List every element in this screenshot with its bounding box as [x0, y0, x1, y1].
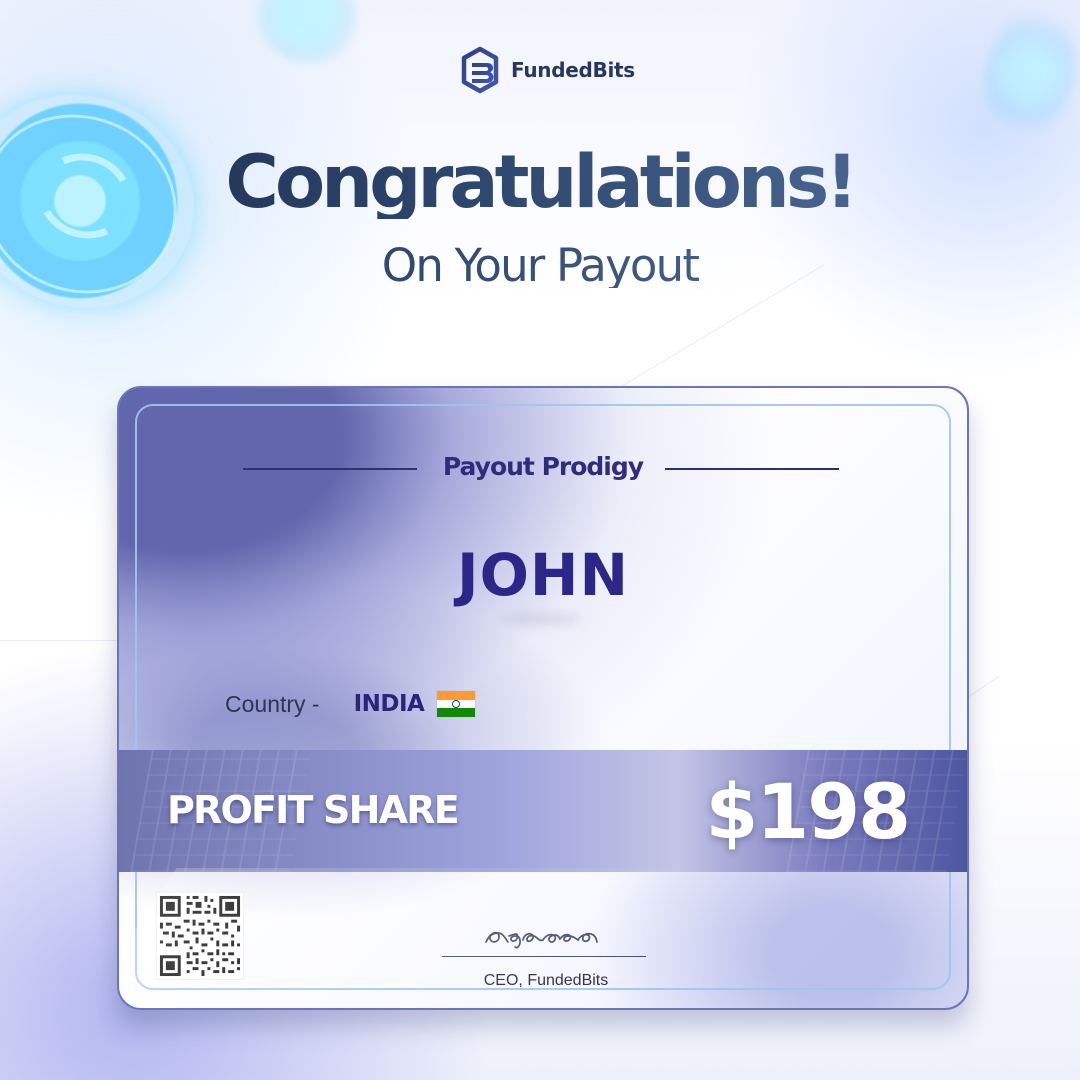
- profit-share-band: PROFIT SHARE $198: [119, 750, 967, 872]
- ceo-signature-block: CEO, FundedBits: [442, 913, 650, 989]
- india-flag-icon: [436, 690, 477, 718]
- profit-share-label: PROFIT SHARE: [167, 788, 460, 832]
- country-label: Country -: [225, 690, 320, 717]
- brand-header: FundedBits: [456, 46, 635, 94]
- certificate-title-divider-right: [665, 468, 839, 470]
- brand-name: FundedBits: [511, 58, 635, 82]
- coin-decoration-top: [240, 0, 374, 78]
- signature-caption: CEO, FundedBits: [483, 972, 609, 989]
- recipient-name: JOHN: [457, 541, 629, 609]
- hero-title: Congratulations!: [0, 146, 1080, 219]
- signature-line: [442, 956, 646, 957]
- coin-decoration-right: [971, 0, 1080, 149]
- hero-subtitle: On Your Payout: [0, 243, 1080, 288]
- certificate-title: Payout Prodigy: [442, 452, 644, 481]
- country-value: INDIA: [353, 691, 425, 717]
- fundedbits-logo-icon: [461, 46, 499, 94]
- payout-certificate: Payout Prodigy JOHN Country - INDIA PROF…: [117, 386, 969, 1010]
- country-row: Country - INDIA: [225, 690, 477, 718]
- handwritten-signature: [485, 931, 598, 949]
- profit-share-amount: $198: [705, 767, 911, 856]
- recipient-name-shadow: [499, 614, 581, 624]
- payout-poster: { "brand": { "name": "FundedBits", "logo…: [0, 0, 1080, 1080]
- qr-code-icon: [156, 892, 244, 980]
